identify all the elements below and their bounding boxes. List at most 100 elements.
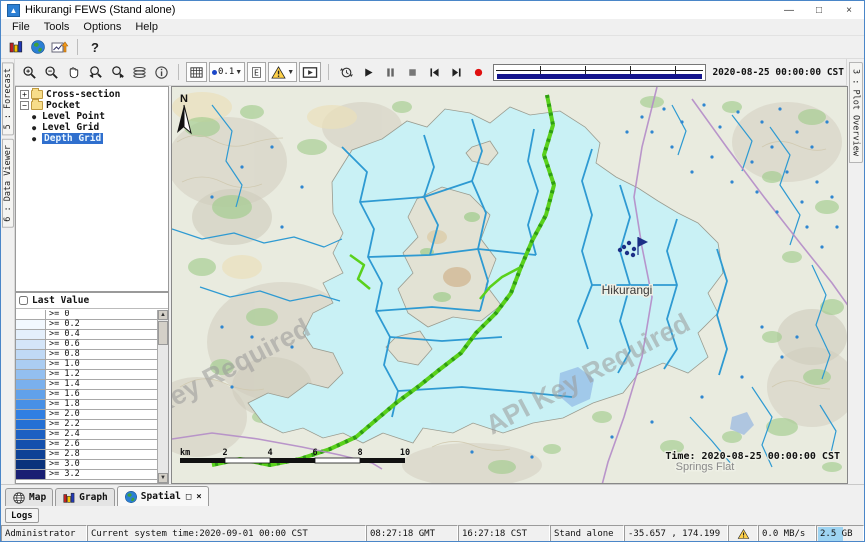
legend-row: >= 0.4 bbox=[16, 330, 157, 340]
logs-button[interactable]: Logs bbox=[5, 508, 39, 523]
map-viewport[interactable]: API Key Required API Key Required Hikura… bbox=[171, 86, 848, 484]
left-tab-strip: 5 : Forecast 6 : Data Viewer bbox=[1, 59, 15, 485]
help-button[interactable]: ? bbox=[84, 37, 106, 57]
status-system-time: Current system time:2020-09-01 00:00 CST bbox=[87, 525, 366, 542]
thresholds-dropdown[interactable]: ▼ bbox=[268, 62, 297, 82]
contour-precision-dropdown[interactable]: 0.1▼ bbox=[209, 62, 245, 82]
folder-icon bbox=[31, 101, 43, 110]
longitudinal-profile-button[interactable]: E bbox=[247, 62, 266, 82]
bottom-tab-bar: MapGraphSpatial□× bbox=[1, 484, 864, 506]
first-frame-button[interactable] bbox=[423, 62, 445, 82]
pan-button[interactable] bbox=[62, 62, 84, 82]
tab-graph[interactable]: Graph bbox=[55, 488, 115, 506]
main-toolbar: ? bbox=[1, 36, 864, 59]
current-datetime: 2020-08-25 00:00:00 CST bbox=[712, 67, 844, 78]
zoom-back-icon bbox=[88, 65, 103, 80]
svg-text:6: 6 bbox=[312, 448, 317, 458]
side-tab-6-data-viewer[interactable]: 6 : Data Viewer bbox=[2, 139, 14, 228]
skip-start-icon bbox=[428, 66, 441, 79]
tree-item-cross-section[interactable]: +Cross-section bbox=[18, 89, 168, 100]
tab-maximize-icon[interactable]: □ bbox=[186, 492, 191, 502]
bullet-icon: ● bbox=[32, 124, 39, 132]
last-frame-button[interactable] bbox=[445, 62, 467, 82]
maximize-button[interactable]: □ bbox=[804, 1, 834, 19]
chevron-down-icon: ▼ bbox=[235, 69, 242, 76]
record-button[interactable] bbox=[467, 62, 489, 82]
timeseries-display-button[interactable] bbox=[49, 37, 71, 57]
tree-expander-icon[interactable]: − bbox=[20, 101, 29, 110]
legend-class-label: >= 0.4 bbox=[46, 330, 80, 339]
clock-loop-icon bbox=[339, 65, 354, 80]
scroll-down-icon[interactable]: ▼ bbox=[158, 473, 168, 483]
tree-item-level-grid[interactable]: ●Level Grid bbox=[18, 122, 168, 133]
spatial-display-button[interactable] bbox=[27, 37, 49, 57]
tree-item-depth-grid[interactable]: ●Depth Grid bbox=[18, 133, 168, 144]
animation-display-button[interactable] bbox=[299, 62, 321, 82]
layers-icon bbox=[132, 65, 147, 80]
legend-color-swatch bbox=[16, 390, 46, 399]
tab-close-icon[interactable]: × bbox=[196, 492, 201, 502]
zoom-in-button[interactable] bbox=[18, 62, 40, 82]
animation-loop-button[interactable] bbox=[335, 62, 357, 82]
filters-tree-panel: +Cross-section−Pocket●Level Point●Level … bbox=[15, 86, 169, 292]
menu-tools[interactable]: Tools bbox=[37, 21, 77, 33]
app-icon: ▲ bbox=[7, 4, 20, 17]
legend-row: >= 2.8 bbox=[16, 450, 157, 460]
svg-text:10: 10 bbox=[400, 448, 410, 458]
pause-button[interactable] bbox=[379, 62, 401, 82]
legend-color-swatch bbox=[16, 420, 46, 429]
menu-bar: FileToolsOptionsHelp bbox=[1, 19, 864, 36]
play-button[interactable] bbox=[357, 62, 379, 82]
time-slider[interactable] bbox=[493, 64, 706, 81]
scrollbar-thumb[interactable] bbox=[158, 321, 168, 345]
logs-row: Logs bbox=[1, 506, 864, 525]
minimize-button[interactable]: — bbox=[774, 1, 804, 19]
hand-icon bbox=[66, 65, 81, 80]
legend-color-swatch bbox=[16, 440, 46, 449]
zoom-out-button[interactable] bbox=[40, 62, 62, 82]
legend-row: >= 1.0 bbox=[16, 360, 157, 370]
tab-spatial[interactable]: Spatial□× bbox=[117, 486, 209, 506]
grid-display-button[interactable] bbox=[186, 62, 207, 82]
legend-color-swatch bbox=[16, 320, 46, 329]
scale-unit: km bbox=[180, 448, 190, 458]
side-tab-5-forecast[interactable]: 5 : Forecast bbox=[2, 62, 14, 135]
legend-color-swatch bbox=[16, 310, 46, 319]
tree-item-label: Level Point bbox=[42, 111, 105, 122]
close-button[interactable]: × bbox=[834, 1, 864, 19]
status-network-rate: 0.0 MB/s bbox=[758, 525, 816, 542]
legend-row: >= 0 bbox=[16, 310, 157, 320]
last-value-checkbox[interactable] bbox=[19, 296, 28, 305]
legend-scrollbar[interactable]: ▲ ▼ bbox=[157, 310, 168, 483]
info-button[interactable] bbox=[150, 62, 172, 82]
legend-color-swatch bbox=[16, 400, 46, 409]
legend-color-swatch bbox=[16, 380, 46, 389]
scroll-up-icon[interactable]: ▲ bbox=[158, 310, 168, 320]
layers-button[interactable] bbox=[128, 62, 150, 82]
legend-class-label: >= 1.0 bbox=[46, 360, 80, 369]
legend-class-label: >= 0.8 bbox=[46, 350, 80, 359]
menu-options[interactable]: Options bbox=[76, 21, 128, 33]
legend-color-swatch bbox=[16, 460, 46, 469]
side-tab-3-plot-overview[interactable]: 3 : Plot Overview bbox=[849, 62, 863, 163]
tree-item-pocket[interactable]: −Pocket bbox=[18, 100, 168, 111]
tree-expander-icon[interactable]: + bbox=[20, 90, 29, 99]
globe-icon bbox=[124, 490, 138, 504]
menu-file[interactable]: File bbox=[5, 21, 37, 33]
dot-icon bbox=[212, 70, 217, 75]
zoom-next-button[interactable] bbox=[106, 62, 128, 82]
map-toolbar: 0.1▼ E ▼ 2020-08-25 00:00:00 CST bbox=[15, 59, 846, 86]
globe-icon bbox=[30, 39, 46, 55]
database-explorer-button[interactable] bbox=[5, 37, 27, 57]
stop-button[interactable] bbox=[401, 62, 423, 82]
legend-color-swatch bbox=[16, 430, 46, 439]
zoom-forward-icon bbox=[110, 65, 125, 80]
time-selection-bar bbox=[497, 74, 702, 79]
status-alert[interactable] bbox=[728, 525, 758, 542]
legend-class-label: >= 0.6 bbox=[46, 340, 80, 349]
toolbar-separator bbox=[77, 39, 78, 55]
tab-map[interactable]: Map bbox=[5, 488, 53, 506]
tree-item-level-point[interactable]: ●Level Point bbox=[18, 111, 168, 122]
menu-help[interactable]: Help bbox=[128, 21, 165, 33]
zoom-previous-button[interactable] bbox=[84, 62, 106, 82]
